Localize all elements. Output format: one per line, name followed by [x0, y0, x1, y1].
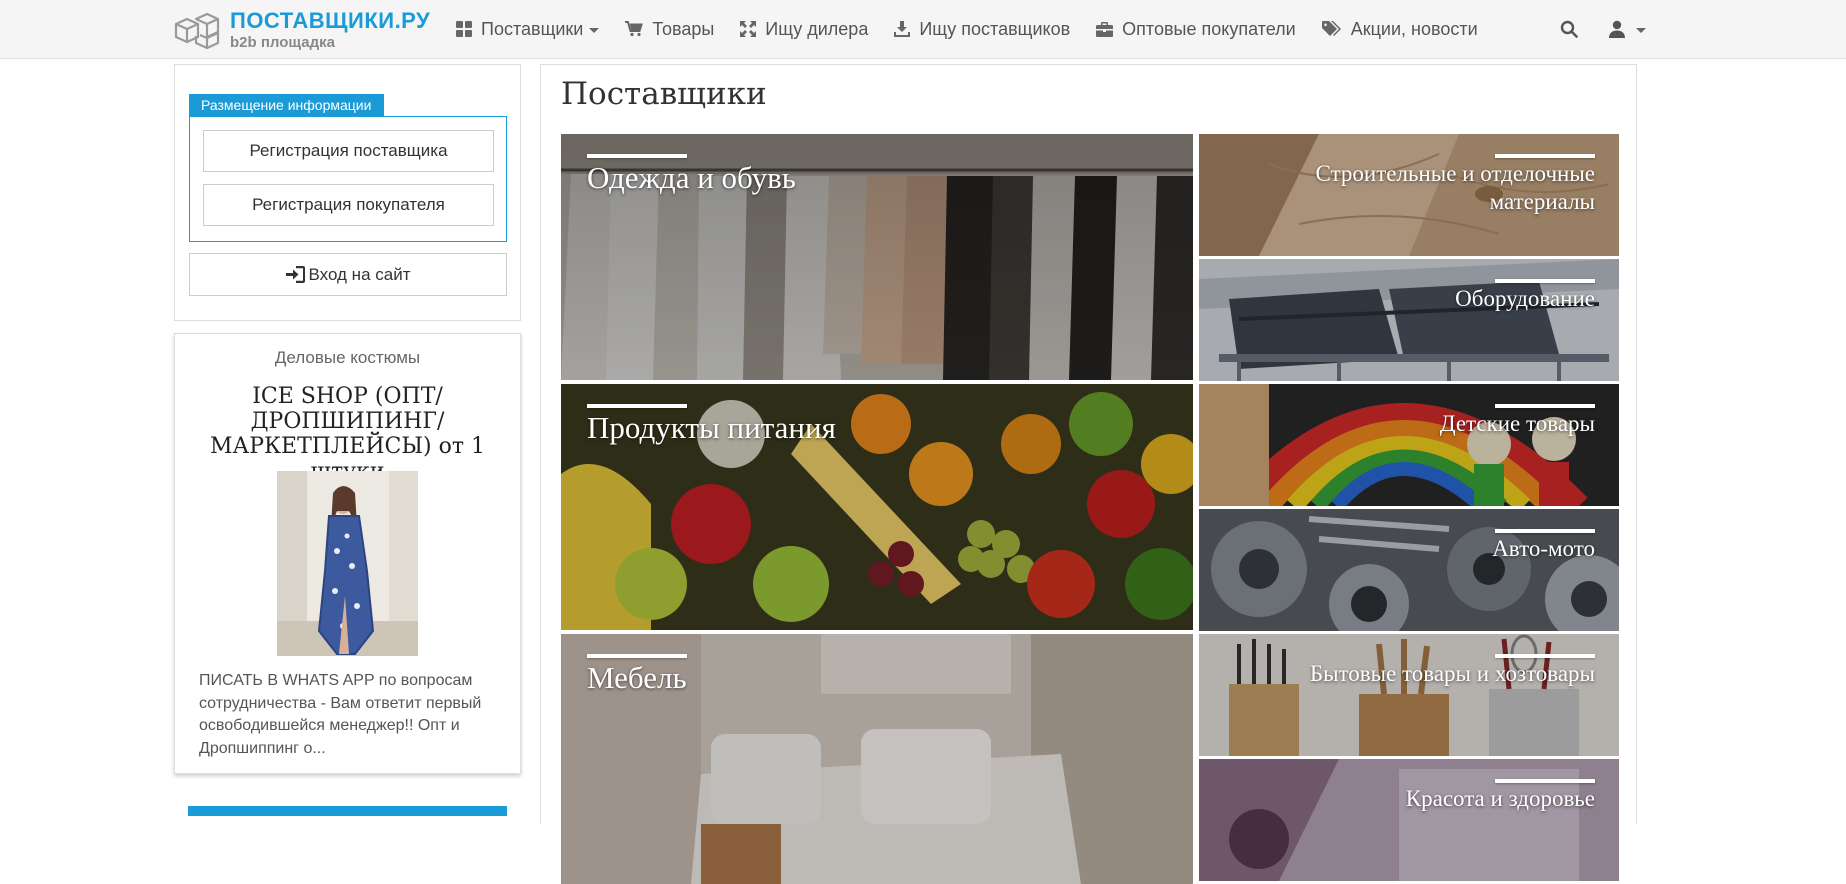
tile-overlay [1199, 384, 1619, 506]
ad-description: ПИСАТЬ В WHATS APP по вопросам сотруднич… [199, 672, 482, 757]
nav-goods-label: Товары [652, 18, 715, 39]
tile-accent-line [1495, 779, 1595, 783]
register-buyer-button[interactable]: Регистрация покупателя [203, 184, 494, 226]
ad-photo[interactable] [277, 471, 418, 656]
category-tile-clothes[interactable]: Одежда и обувь [561, 134, 1193, 380]
tile-accent-line [587, 404, 687, 408]
nav-promotions-news-label: Акции, новости [1350, 18, 1478, 39]
category-tile-auto-moto[interactable]: Авто-мото [1199, 509, 1619, 631]
category-label-food: Продукты питания [587, 410, 836, 445]
nav-right-tools [1530, 0, 1646, 58]
nav-suppliers[interactable]: Поставщики [456, 18, 600, 40]
download-icon [894, 21, 911, 37]
chevron-down-icon [1636, 27, 1646, 33]
login-label: Вход на сайт [308, 264, 411, 284]
nav-find-dealer-label: Ищу дилера [765, 18, 869, 39]
category-tile-building-materials[interactable]: Строительные и отделочные материалы [1199, 134, 1619, 256]
user-icon [1609, 20, 1625, 38]
tile-overlay [1199, 509, 1619, 631]
tile-overlay [1199, 634, 1619, 756]
top-navbar: ПОСТАВЩИКИ.РУ b2b площадка Поставщики То… [0, 0, 1846, 59]
ad-category: Деловые костюмы [274, 348, 421, 367]
main-nav: Поставщики Товары Ищу дилера Ищу поставщ… [456, 0, 1504, 58]
category-label-clothes: Одежда и обувь [587, 160, 796, 195]
tile-accent-line [587, 154, 687, 158]
nav-wholesale-buyers[interactable]: Оптовые покупатели [1096, 19, 1296, 40]
search-button[interactable] [1560, 20, 1578, 38]
nav-find-suppliers-label: Ищу поставщиков [919, 18, 1071, 39]
sidebar-blue-banner[interactable] [188, 806, 507, 816]
page-title: Поставщики [561, 76, 767, 112]
category-tile-kids[interactable]: Детские товары [1199, 384, 1619, 506]
login-button[interactable]: Вход на сайт [189, 253, 507, 296]
register-supplier-button[interactable]: Регистрация поставщика [203, 130, 494, 172]
category-tile-equipment[interactable]: Оборудование [1199, 259, 1619, 381]
briefcase-icon [1096, 21, 1114, 37]
model-photo [277, 471, 418, 656]
nav-suppliers-label: Поставщики [481, 18, 584, 39]
nav-find-dealer[interactable]: Ищу дилера [740, 19, 868, 40]
grid-icon [456, 21, 472, 37]
tile-accent-line [1495, 529, 1595, 533]
nav-find-suppliers[interactable]: Ищу поставщиков [894, 19, 1070, 40]
registration-box: Регистрация поставщика Регистрация покуп… [189, 116, 507, 242]
category-label-beauty: Красота и здоровье [1405, 786, 1595, 811]
category-tile-household[interactable]: Бытовые товары и хозтовары [1199, 634, 1619, 756]
nav-wholesale-buyers-label: Оптовые покупатели [1122, 18, 1296, 39]
registration-panel: Регистрация поставщика Регистрация покуп… [174, 64, 521, 321]
user-menu-button[interactable] [1608, 20, 1646, 38]
category-label-furniture: Мебель [587, 660, 687, 695]
nav-promotions-news[interactable]: Акции, новости [1321, 18, 1478, 40]
tile-accent-line [587, 654, 687, 658]
logo-subtitle: b2b площадка [230, 34, 335, 51]
login-icon [285, 266, 305, 283]
expand-arrows-icon [740, 21, 757, 37]
featured-supplier-card: Деловые костюмы ICE SHOP (ОПТ/ДРОПШИПИНГ… [174, 333, 521, 774]
tile-accent-line [1495, 404, 1595, 408]
category-label-auto-moto: Авто-мото [1492, 536, 1595, 561]
category-label-building-materials: Строительные и отделочные материалы [1315, 161, 1595, 214]
logo-title: ПОСТАВЩИКИ.РУ [230, 8, 431, 33]
main-content: Поставщики Одежда и обувь Строительные и… [540, 64, 1637, 884]
tile-accent-line [1495, 154, 1595, 158]
category-tile-furniture[interactable]: Мебель [561, 634, 1193, 884]
boxes-logo-icon [174, 12, 220, 50]
site-logo[interactable]: ПОСТАВЩИКИ.РУ b2b площадка [172, 8, 430, 52]
category-label-equipment: Оборудование [1455, 286, 1595, 311]
ad-title-link[interactable]: ICE SHOP (ОПТ/ДРОПШИПИНГ/МАРКЕТПЛЕЙСЫ) о… [185, 384, 510, 484]
category-tile-beauty[interactable]: Красота и здоровье [1199, 759, 1619, 881]
tile-accent-line [1495, 279, 1595, 283]
search-icon [1560, 20, 1578, 38]
category-tile-food[interactable]: Продукты питания [561, 384, 1193, 630]
cart-icon [625, 21, 644, 37]
tags-icon [1321, 21, 1341, 36]
chevron-down-icon [589, 27, 600, 33]
info-placement-tab: Размещение информации [189, 94, 385, 117]
tile-accent-line [1495, 654, 1595, 658]
tile-overlay [1199, 759, 1619, 881]
category-label-kids: Детские товары [1439, 411, 1595, 436]
nav-goods[interactable]: Товары [625, 19, 714, 40]
category-label-household: Бытовые товары и хозтовары [1309, 661, 1595, 686]
tile-overlay [1199, 259, 1619, 381]
